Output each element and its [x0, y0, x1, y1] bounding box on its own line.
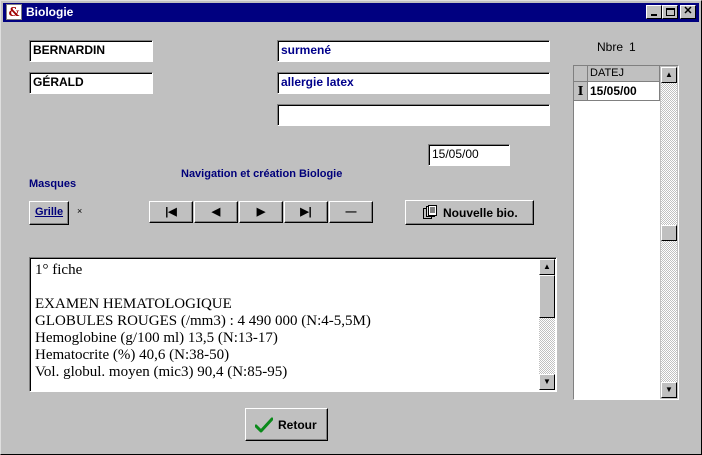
memo-scroll-thumb[interactable]	[539, 275, 555, 318]
last-name-field[interactable]: BERNARDIN	[29, 40, 153, 62]
biologie-window: & Biologie ✕ BERNARDIN GÉRALD surmené al…	[0, 0, 702, 455]
new-bio-button[interactable]: Nouvelle bio.	[405, 200, 534, 225]
close-icon: ✕	[683, 5, 693, 17]
scroll-up-button[interactable]: ▲	[539, 259, 555, 275]
scroll-down-button[interactable]: ▼	[539, 374, 555, 390]
maximize-button[interactable]	[662, 5, 678, 19]
grid-scrollbar[interactable]: ▲ ▼	[661, 67, 677, 398]
note-field-2[interactable]: allergie latex	[277, 72, 550, 94]
dates-grid[interactable]: DATEJ I 15/05/00 ▲ ▼	[573, 65, 679, 400]
nav-next-button[interactable]: ▶	[239, 201, 283, 223]
window-title: Biologie	[26, 5, 74, 19]
new-bio-button-label: Nouvelle bio.	[443, 206, 518, 220]
memo-line: Hemoglobine (g/100 ml) 13,5 (N:13-17)	[35, 330, 278, 346]
note-field-3[interactable]	[277, 104, 550, 126]
count-value: 1	[629, 40, 636, 54]
delete-record-button[interactable]: —	[329, 201, 373, 223]
document-stack-icon	[423, 205, 437, 219]
memo-line	[35, 279, 536, 296]
title-bar[interactable]: & Biologie ✕	[3, 3, 699, 22]
return-button[interactable]: Retour	[245, 408, 328, 441]
date-field[interactable]: 15/05/00	[428, 144, 510, 166]
memo-scrollbar[interactable]: ▲ ▼	[539, 259, 555, 390]
minimize-icon	[651, 14, 657, 16]
masks-label: Masques	[29, 178, 77, 190]
nav-last-button[interactable]: ▶|	[284, 201, 328, 223]
count-label: Nbre	[597, 40, 624, 54]
grille-button-label: Grille	[34, 206, 64, 218]
scroll-up-arrow-icon: ▲	[543, 262, 551, 271]
previous-record-icon: ◀	[211, 206, 221, 218]
minimize-button[interactable]	[646, 5, 662, 19]
first-name-field[interactable]: GÉRALD	[29, 72, 153, 94]
grid-scroll-thumb[interactable]	[661, 225, 677, 241]
grid-column-header[interactable]: DATEJ	[588, 66, 660, 82]
memo-line: Vol. globul. moyen (mic3) 90,4 (N:85-95)	[35, 364, 288, 380]
scroll-up-arrow-icon: ▲	[665, 70, 673, 79]
checkmark-icon	[254, 416, 274, 434]
first-record-icon: |◀	[165, 206, 177, 218]
scroll-down-arrow-icon: ▼	[543, 377, 551, 386]
note-field-1[interactable]: surmené	[277, 40, 550, 62]
grid-empty-area	[574, 101, 660, 399]
current-row-indicator[interactable]: I	[574, 82, 588, 101]
navigation-label: Navigation et création Biologie	[181, 168, 343, 180]
nav-previous-button[interactable]: ◀	[194, 201, 238, 223]
scroll-down-arrow-icon: ▼	[665, 385, 673, 394]
app-icon[interactable]: &	[6, 4, 22, 20]
last-record-icon: ▶|	[300, 206, 312, 218]
biology-notes-memo[interactable]: 1° fiche EXAMEN HEMATOLOGIQUE GLOBULES R…	[29, 257, 557, 392]
grille-marker: ×	[77, 206, 83, 216]
delete-record-icon: —	[345, 206, 357, 218]
maximize-icon	[665, 8, 675, 16]
memo-line: Hematocrite (%) 40,6 (N:38-50)	[35, 347, 230, 363]
grid-scroll-up-button[interactable]: ▲	[661, 67, 677, 83]
next-record-icon: ▶	[256, 206, 266, 218]
nav-first-button[interactable]: |◀	[149, 201, 193, 223]
grid-row[interactable]: 15/05/00	[588, 82, 660, 101]
memo-line: 1° fiche	[35, 262, 83, 278]
return-button-label: Retour	[278, 418, 317, 432]
memo-line: GLOBULES ROUGES (/mm3) : 4 490 000 (N:4-…	[35, 313, 371, 329]
memo-text: 1° fiche EXAMEN HEMATOLOGIQUE GLOBULES R…	[35, 262, 536, 381]
grid-scroll-down-button[interactable]: ▼	[661, 382, 677, 398]
memo-line: EXAMEN HEMATOLOGIQUE	[35, 296, 232, 312]
close-button[interactable]: ✕	[680, 5, 696, 19]
grille-button[interactable]: Grille	[29, 201, 69, 225]
grid-corner	[574, 66, 588, 82]
